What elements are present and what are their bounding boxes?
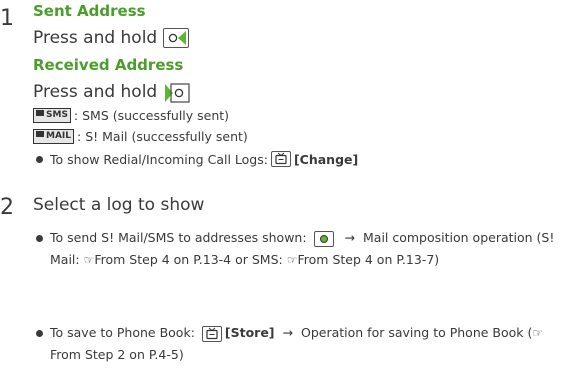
arrow-icon: → (344, 230, 356, 245)
reference-icon: ☞ (83, 253, 95, 267)
bullet1-ref2: From Step 4 on P.13-7) (297, 252, 440, 267)
send-mail-bullet: To send S! Mail/SMS to addresses shown: … (50, 227, 570, 271)
bullet1-text-a: To send S! Mail/SMS to addresses shown: (50, 230, 307, 245)
received-address-heading: Received Address (33, 56, 184, 74)
bullet2-text-b: Operation for saving to Phone Book ( (300, 325, 533, 340)
sent-address-instruction: Press and hold (33, 25, 190, 51)
bullet2-ref: From Step 2 on P.4-5) (50, 347, 184, 362)
bullet-icon (36, 235, 43, 242)
step2-title: Select a log to show (33, 195, 205, 215)
envelope-icon (36, 131, 44, 137)
tip-text: To show Redial/Incoming Call Logs: (50, 151, 268, 167)
step-number-1: 1 (0, 6, 14, 31)
store-action: [Store] (224, 325, 275, 340)
sms-legend-text: : SMS (successfully sent) (73, 107, 230, 123)
mail-legend-text: : S! Mail (successfully sent) (77, 128, 248, 144)
sms-legend-row: SMS : SMS (successfully sent) (33, 106, 229, 124)
bullet2-text-a: To save to Phone Book: (50, 325, 195, 340)
bullet1-ref1: From Step 4 on P.13-4 or SMS: (94, 252, 283, 267)
bullet-icon (36, 330, 43, 337)
reference-icon: ☞ (532, 326, 544, 340)
mail-legend-row: MAIL : S! Mail (successfully sent) (33, 127, 248, 145)
arrow-icon: → (282, 325, 293, 340)
mail-badge: MAIL (33, 128, 75, 144)
reference-icon: ☞ (286, 253, 298, 267)
save-phonebook-bullet: To save to Phone Book: [Store] → Operati… (50, 322, 570, 366)
envelope-icon (36, 110, 44, 116)
bullet-icon (36, 155, 43, 163)
step-number-2: 2 (0, 195, 14, 220)
center-key-icon (313, 230, 334, 247)
manual-page: 1 Sent Address Press and hold Received A… (0, 0, 578, 391)
tv-key-icon (270, 151, 291, 167)
right-key-icon (163, 82, 190, 103)
sent-address-heading: Sent Address (33, 2, 146, 20)
change-action: [Change] (293, 151, 359, 167)
received-instruction-text: Press and hold (33, 82, 158, 102)
sms-badge: SMS (33, 107, 71, 123)
sent-instruction-text: Press and hold (33, 28, 158, 48)
left-key-icon (163, 28, 190, 48)
tv-key-icon (201, 325, 222, 342)
received-address-instruction: Press and hold (33, 79, 190, 105)
call-logs-tip: To show Redial/Incoming Call Logs: [Chan… (36, 149, 358, 169)
